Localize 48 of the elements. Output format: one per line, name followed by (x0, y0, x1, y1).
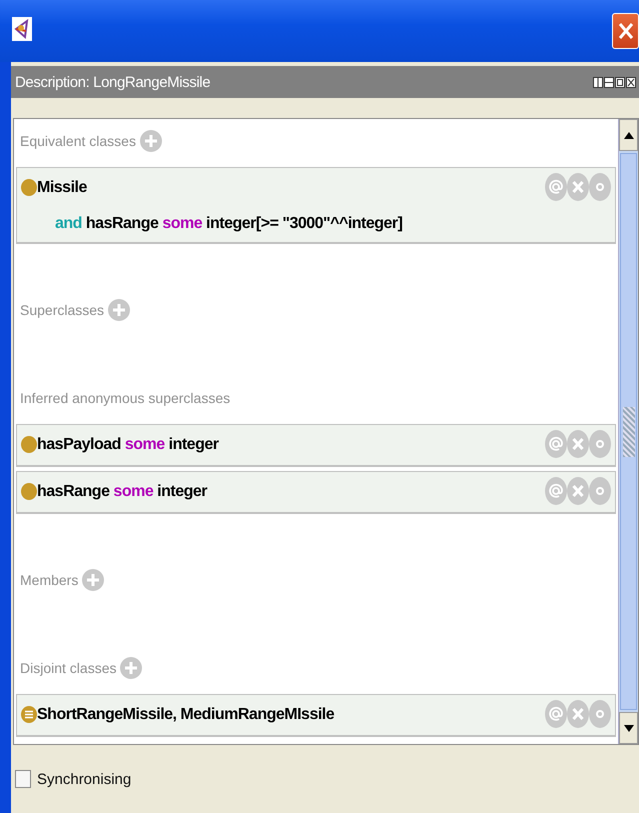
split-horizontal-icon[interactable] (604, 76, 614, 88)
close-icon[interactable] (626, 76, 636, 88)
down-arrow-icon (624, 724, 634, 732)
expression-text: and hasRange some integer[>= "3000"^^integer] (55, 214, 404, 234)
edit-icon[interactable] (589, 477, 611, 505)
class-icon (21, 436, 37, 453)
panel-title: Description: LongRangeMissile (15, 74, 210, 90)
class-icon (21, 179, 37, 196)
close-icon (616, 21, 634, 41)
checkbox[interactable] (15, 770, 31, 788)
expression-text: ShortRangeMissile, MediumRangeMIssile (37, 705, 336, 725)
app-icon (12, 17, 32, 41)
edit-icon[interactable] (589, 700, 611, 728)
add-icon[interactable] (108, 299, 130, 321)
delete-icon[interactable] (567, 173, 589, 201)
edit-icon[interactable] (589, 173, 611, 201)
section-title: Superclasses (20, 302, 104, 318)
expression-text: Missile (37, 178, 88, 198)
add-icon[interactable] (82, 569, 104, 591)
close-button[interactable] (612, 13, 639, 49)
annotate-icon[interactable] (545, 477, 567, 505)
class-row[interactable]: hasPayload some integer (16, 424, 616, 467)
class-row[interactable]: hasRange some integer (16, 471, 616, 514)
annotate-icon[interactable] (545, 173, 567, 201)
class-row[interactable]: ShortRangeMissile, MediumRangeMIssile (16, 694, 616, 737)
delete-icon[interactable] (567, 700, 589, 728)
delete-icon[interactable] (567, 477, 589, 505)
class-row[interactable]: Missile and hasRange some integer[>= "3000"^^integer] (16, 167, 616, 244)
edit-icon[interactable] (589, 430, 611, 458)
expression-text: hasRange some integer (37, 482, 208, 502)
section-title: Equivalent classes (20, 133, 136, 149)
split-vertical-icon[interactable] (593, 76, 603, 88)
scroll-down-button[interactable] (619, 712, 638, 744)
section-title: Inferred anonymous superclasses (20, 390, 230, 406)
section-title: Disjoint classes (20, 660, 116, 676)
checkbox-label: Synchronising (37, 770, 132, 788)
section-title: Members (20, 572, 78, 588)
class-icon (21, 483, 37, 500)
expression-text: hasPayload some integer (37, 435, 220, 455)
maximize-icon[interactable] (615, 76, 625, 88)
delete-icon[interactable] (567, 430, 589, 458)
add-icon[interactable] (120, 657, 142, 679)
disjoint-icon (21, 706, 37, 723)
add-icon[interactable] (140, 130, 162, 152)
scroll-up-button[interactable] (619, 119, 638, 151)
annotate-icon[interactable] (545, 700, 567, 728)
annotate-icon[interactable] (545, 430, 567, 458)
up-arrow-icon (624, 132, 634, 138)
